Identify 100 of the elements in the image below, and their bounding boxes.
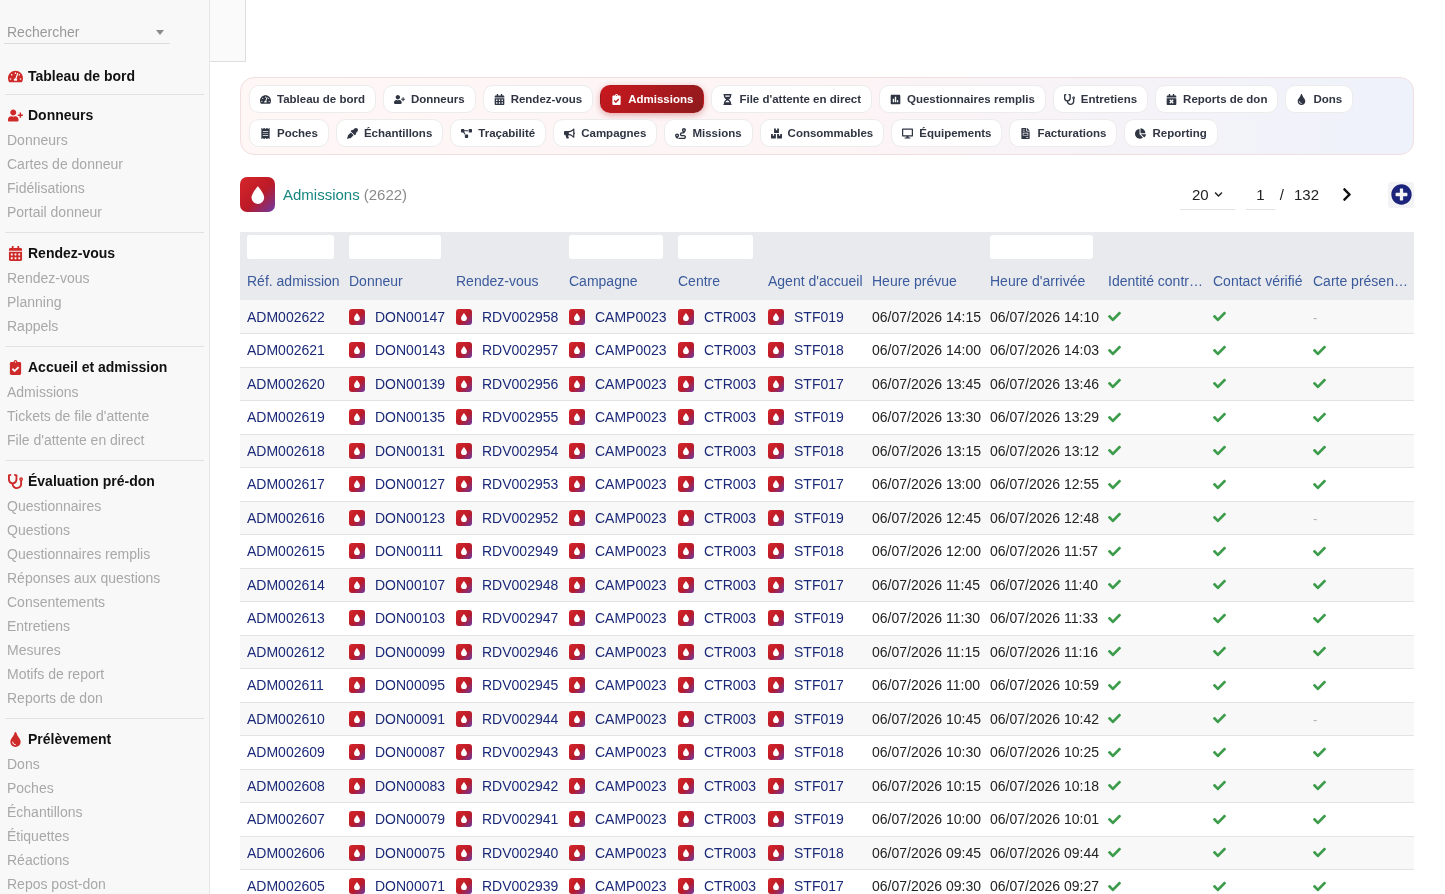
donor-link[interactable]: DON00103 — [375, 610, 446, 627]
column-header[interactable]: Identité contr… — [1108, 273, 1203, 289]
agent-link[interactable]: STF018 — [794, 744, 844, 761]
appointment-link[interactable]: RDV002954 — [482, 442, 559, 459]
agent-link[interactable]: STF019 — [794, 610, 844, 627]
agent-link[interactable]: STF019 — [794, 308, 844, 325]
admission-link[interactable]: ADM002618 — [247, 442, 325, 459]
campaign-link[interactable]: CAMP0023 — [595, 844, 667, 861]
admission-link[interactable]: ADM002615 — [247, 543, 325, 560]
donor-link[interactable]: DON00127 — [375, 476, 446, 493]
center-link[interactable]: CTR003 — [704, 710, 757, 727]
nav-tab[interactable]: Tableau de bord — [249, 85, 376, 113]
center-link[interactable]: CTR003 — [704, 777, 757, 794]
admission-link[interactable]: ADM002610 — [247, 710, 325, 727]
agent-link[interactable]: STF018 — [794, 543, 844, 560]
appointment-link[interactable]: RDV002948 — [482, 576, 559, 593]
agent-link[interactable]: STF018 — [794, 643, 844, 660]
campaign-link[interactable]: CAMP0023 — [595, 610, 667, 627]
agent-link[interactable]: STF018 — [794, 844, 844, 861]
center-link[interactable]: CTR003 — [704, 610, 757, 627]
nav-tab[interactable]: Admissions — [600, 85, 705, 113]
center-link[interactable]: CTR003 — [704, 409, 757, 426]
center-link[interactable]: CTR003 — [704, 509, 757, 526]
nav-tab[interactable]: Échantillons — [335, 119, 444, 147]
admission-link[interactable]: ADM002614 — [247, 576, 325, 593]
donor-link[interactable]: DON00087 — [375, 744, 446, 761]
campaign-link[interactable]: CAMP0023 — [595, 409, 667, 426]
admission-link[interactable]: ADM002619 — [247, 409, 325, 426]
appointment-link[interactable]: RDV002939 — [482, 878, 559, 894]
admission-link[interactable]: ADM002616 — [247, 509, 325, 526]
center-link[interactable]: CTR003 — [704, 811, 757, 828]
center-link[interactable]: CTR003 — [704, 643, 757, 660]
nav-tab[interactable]: Traçabilité — [450, 119, 547, 147]
admission-link[interactable]: ADM002611 — [247, 677, 324, 694]
agent-link[interactable]: STF019 — [794, 710, 844, 727]
agent-link[interactable]: STF019 — [794, 811, 844, 828]
campaign-link[interactable]: CAMP0023 — [595, 744, 667, 761]
campaign-link[interactable]: CAMP0023 — [595, 576, 667, 593]
campaign-link[interactable]: CAMP0023 — [595, 342, 667, 359]
appointment-link[interactable]: RDV002942 — [482, 777, 559, 794]
appointment-link[interactable]: RDV002941 — [482, 811, 559, 828]
donor-link[interactable]: DON00135 — [375, 409, 446, 426]
donor-link[interactable]: DON00131 — [375, 442, 446, 459]
donor-link[interactable]: DON00107 — [375, 576, 446, 593]
appointment-link[interactable]: RDV002947 — [482, 610, 559, 627]
appointment-link[interactable]: RDV002957 — [482, 342, 559, 359]
admission-link[interactable]: ADM002608 — [247, 777, 325, 794]
donor-link[interactable]: DON00099 — [375, 643, 446, 660]
admission-link[interactable]: ADM002609 — [247, 744, 325, 761]
appointment-link[interactable]: RDV002953 — [482, 476, 559, 493]
add-button[interactable] — [1388, 181, 1414, 208]
appointment-link[interactable]: RDV002956 — [482, 375, 559, 392]
nav-tab[interactable]: Reporting — [1124, 119, 1218, 147]
admission-link[interactable]: ADM002607 — [247, 811, 325, 828]
center-link[interactable]: CTR003 — [704, 543, 757, 560]
agent-link[interactable]: STF018 — [794, 442, 844, 459]
donor-link[interactable]: DON00095 — [375, 677, 446, 694]
center-link[interactable]: CTR003 — [704, 677, 757, 694]
nav-tab[interactable]: Facturations — [1009, 119, 1118, 147]
campaign-link[interactable]: CAMP0023 — [595, 777, 667, 794]
center-link[interactable]: CTR003 — [704, 744, 757, 761]
donor-link[interactable]: DON00083 — [375, 777, 446, 794]
admission-link[interactable]: ADM002612 — [247, 643, 325, 660]
column-header[interactable]: Contact vérifié — [1213, 273, 1303, 289]
nav-tab[interactable]: Rendez-vous — [482, 85, 594, 113]
donor-link[interactable]: DON00079 — [375, 811, 446, 828]
donor-link[interactable]: DON00071 — [375, 878, 446, 894]
center-link[interactable]: CTR003 — [704, 878, 757, 894]
center-link[interactable]: CTR003 — [704, 375, 757, 392]
agent-link[interactable]: STF019 — [794, 409, 844, 426]
campaign-link[interactable]: CAMP0023 — [595, 509, 667, 526]
donor-link[interactable]: DON00147 — [375, 308, 446, 325]
campaign-link[interactable]: CAMP0023 — [595, 476, 667, 493]
nav-tab[interactable]: Reports de don — [1155, 85, 1279, 113]
campaign-link[interactable]: CAMP0023 — [595, 878, 667, 894]
column-header[interactable]: Carte présen… — [1313, 273, 1408, 289]
nav-tab[interactable]: Poches — [249, 119, 329, 147]
admission-link[interactable]: ADM002606 — [247, 844, 325, 861]
admission-link[interactable]: ADM002622 — [247, 308, 325, 325]
campaign-link[interactable]: CAMP0023 — [595, 375, 667, 392]
nav-tab[interactable]: Entretiens — [1052, 85, 1149, 113]
campaign-link[interactable]: CAMP0023 — [595, 442, 667, 459]
search-field[interactable]: Rechercher — [4, 20, 170, 44]
appointment-link[interactable]: RDV002952 — [482, 509, 559, 526]
center-link[interactable]: CTR003 — [704, 844, 757, 861]
nav-tab[interactable]: Dons — [1285, 85, 1354, 113]
admission-link[interactable]: ADM002613 — [247, 610, 325, 627]
campaign-link[interactable]: CAMP0023 — [595, 811, 667, 828]
campaign-link[interactable]: CAMP0023 — [595, 677, 667, 694]
appointment-link[interactable]: RDV002940 — [482, 844, 559, 861]
appointment-link[interactable]: RDV002955 — [482, 409, 559, 426]
column-header[interactable]: Rendez-vous — [456, 273, 539, 289]
campaign-link[interactable]: CAMP0023 — [595, 643, 667, 660]
campaign-link[interactable]: CAMP0023 — [595, 543, 667, 560]
agent-link[interactable]: STF017 — [794, 375, 844, 392]
appointment-link[interactable]: RDV002949 — [482, 543, 559, 560]
donor-link[interactable]: DON00075 — [375, 844, 446, 861]
column-header[interactable]: Donneur — [349, 273, 403, 289]
appointment-link[interactable]: RDV002946 — [482, 643, 559, 660]
donor-link[interactable]: DON00139 — [375, 375, 446, 392]
